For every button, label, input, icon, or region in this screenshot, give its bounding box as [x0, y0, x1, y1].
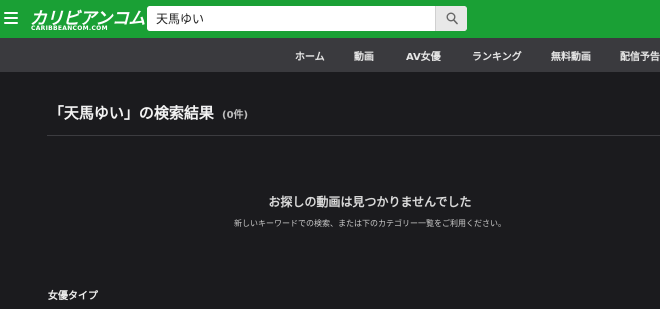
divider: [47, 135, 660, 136]
search-button[interactable]: [435, 6, 467, 31]
page-title: 「天馬ゆい」の検索結果: [49, 104, 215, 122]
menu-line: [4, 12, 18, 14]
search-results-header: 「天馬ゆい」の検索結果 (0件): [49, 102, 248, 123]
search-icon: [446, 12, 458, 25]
logo-subtext: CARIBBEANCOM.COM: [31, 25, 108, 32]
menu-line: [4, 22, 18, 24]
nav-item-free-videos[interactable]: 無料動画: [551, 48, 591, 63]
result-count: (0件): [222, 110, 249, 121]
nav-item-home[interactable]: ホーム: [295, 48, 325, 63]
hamburger-menu-icon[interactable]: [4, 12, 18, 24]
section-heading-actress-type: 女優タイプ: [48, 291, 98, 302]
search-bar: [147, 6, 467, 31]
empty-results-hint: 新しいキーワードでの検索、または下のカテゴリー一覧をご利用ください。: [234, 219, 506, 228]
main-content: 「天馬ゆい」の検索結果 (0件) お探しの動画は見つかりませんでした 新しいキーワ…: [0, 72, 660, 309]
menu-line: [4, 17, 18, 19]
main-nav: ホーム 動画 AV女優 ランキング 無料動画 配信予告: [0, 38, 660, 72]
nav-item-videos[interactable]: 動画: [354, 48, 374, 63]
nav-item-av-actresses[interactable]: AV女優: [406, 48, 441, 63]
site-logo[interactable]: カリビアンコム CARIBBEANCOM.COM: [30, 4, 145, 34]
nav-item-ranking[interactable]: ランキング: [472, 48, 522, 63]
top-header: カリビアンコム CARIBBEANCOM.COM: [0, 0, 660, 38]
nav-item-upcoming[interactable]: 配信予告: [620, 48, 660, 63]
empty-results-message: お探しの動画は見つかりませんでした: [268, 195, 472, 209]
search-input[interactable]: [147, 6, 429, 31]
